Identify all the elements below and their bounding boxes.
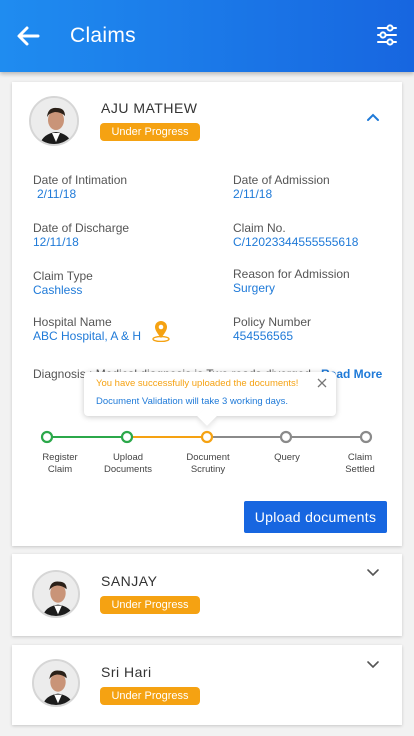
step-label-register-claim: Register Claim	[30, 452, 90, 476]
field-label: Date of Intimation	[33, 173, 128, 187]
person-avatar-icon	[31, 98, 77, 144]
field-label: Claim Type	[33, 269, 93, 283]
claim-number: Claim No. C/12023344555555618	[233, 221, 358, 249]
field-label: Date of Discharge	[33, 221, 130, 235]
step-label-line: Claim	[47, 464, 73, 475]
date-of-intimation: Date of Intimation 2/11/18	[33, 173, 127, 201]
step-label-line: Query	[274, 452, 300, 463]
status-badge: Under Progress	[100, 596, 200, 614]
step-dot-document-scrutiny	[200, 430, 214, 444]
step-label-line: Scrutiny	[190, 464, 226, 475]
field-value: Surgery	[233, 281, 276, 295]
avatar	[29, 96, 79, 146]
avatar	[32, 659, 80, 707]
step-label-line: Claim	[347, 452, 373, 463]
field-value[interactable]: ABC Hospital, A & H	[33, 329, 141, 343]
field-label: Reason for Admission	[233, 267, 350, 281]
claimant-name: Sri Hari	[101, 664, 152, 680]
field-value: 12/11/18	[33, 235, 79, 249]
status-badge: Under Progress	[100, 123, 200, 141]
field-label: Claim No.	[233, 221, 286, 235]
chevron-up-icon[interactable]	[366, 112, 380, 122]
step-dot-query	[279, 430, 293, 444]
status-badge: Under Progress	[100, 687, 200, 705]
app-bar: Claims	[0, 0, 414, 72]
location-pin-icon[interactable]	[151, 320, 171, 342]
filter-sliders-icon[interactable]	[376, 24, 398, 46]
close-icon[interactable]	[317, 378, 327, 388]
date-of-admission: Date of Admission 2/11/18	[233, 173, 330, 201]
claim-card-collapsed[interactable]: SANJAY Under Progress	[12, 554, 402, 636]
field-value: 2/11/18	[37, 187, 77, 201]
step-label-claim-settled: Claim Settled	[330, 452, 390, 476]
reason-for-admission: Reason for Admission Surgery	[233, 267, 350, 295]
field-label: Policy Number	[233, 315, 312, 329]
avatar	[32, 570, 80, 618]
date-of-discharge: Date of Discharge 12/11/18	[33, 221, 129, 249]
claim-progress-tracker	[40, 430, 373, 444]
step-label-query: Query	[257, 452, 317, 464]
upload-success-tooltip: You have successfully uploaded the docum…	[84, 372, 336, 416]
step-label-document-scrutiny: Document Scrutiny	[178, 452, 238, 476]
claim-type: Claim Type Cashless	[33, 269, 93, 297]
page-title: Claims	[70, 24, 136, 47]
step-dot-register-claim	[40, 430, 54, 444]
step-label-line: Settled	[345, 464, 375, 475]
person-avatar-icon	[34, 661, 78, 705]
step-label-line: Document	[186, 452, 230, 463]
field-value: Cashless	[33, 283, 83, 297]
step-label-line: Upload	[112, 452, 144, 463]
field-label: Date of Admission	[233, 173, 330, 187]
person-avatar-icon	[34, 572, 78, 616]
field-value: C/12023344555555618	[233, 235, 359, 249]
claim-card-expanded[interactable]: AJU MATHEW Under Progress Date of Intima…	[12, 82, 402, 546]
field-label: Hospital Name	[33, 315, 112, 329]
upload-documents-button[interactable]: Upload documents	[244, 501, 387, 533]
tooltip-success-text: You have successfully uploaded the docum…	[96, 378, 299, 389]
step-label-line: Documents	[103, 464, 153, 475]
back-arrow-icon[interactable]	[14, 22, 42, 50]
step-label-line: Register	[42, 452, 78, 463]
step-label-upload-documents: Upload Documents	[98, 452, 158, 476]
hospital-name: Hospital Name ABC Hospital, A & H	[33, 315, 141, 343]
field-value: 454556565	[233, 329, 294, 343]
chevron-down-icon[interactable]	[366, 568, 380, 578]
step-dot-claim-settled	[359, 430, 373, 444]
claim-card-collapsed[interactable]: Sri Hari Under Progress	[12, 645, 402, 725]
claimant-name: SANJAY	[101, 573, 158, 589]
field-value: 2/11/18	[233, 187, 273, 201]
claimant-name: AJU MATHEW	[101, 100, 198, 116]
chevron-down-icon[interactable]	[366, 660, 380, 670]
policy-number: Policy Number 454556565	[233, 315, 311, 343]
step-dot-upload-documents	[120, 430, 134, 444]
tooltip-info-text: Document Validation will take 3 working …	[96, 396, 289, 407]
